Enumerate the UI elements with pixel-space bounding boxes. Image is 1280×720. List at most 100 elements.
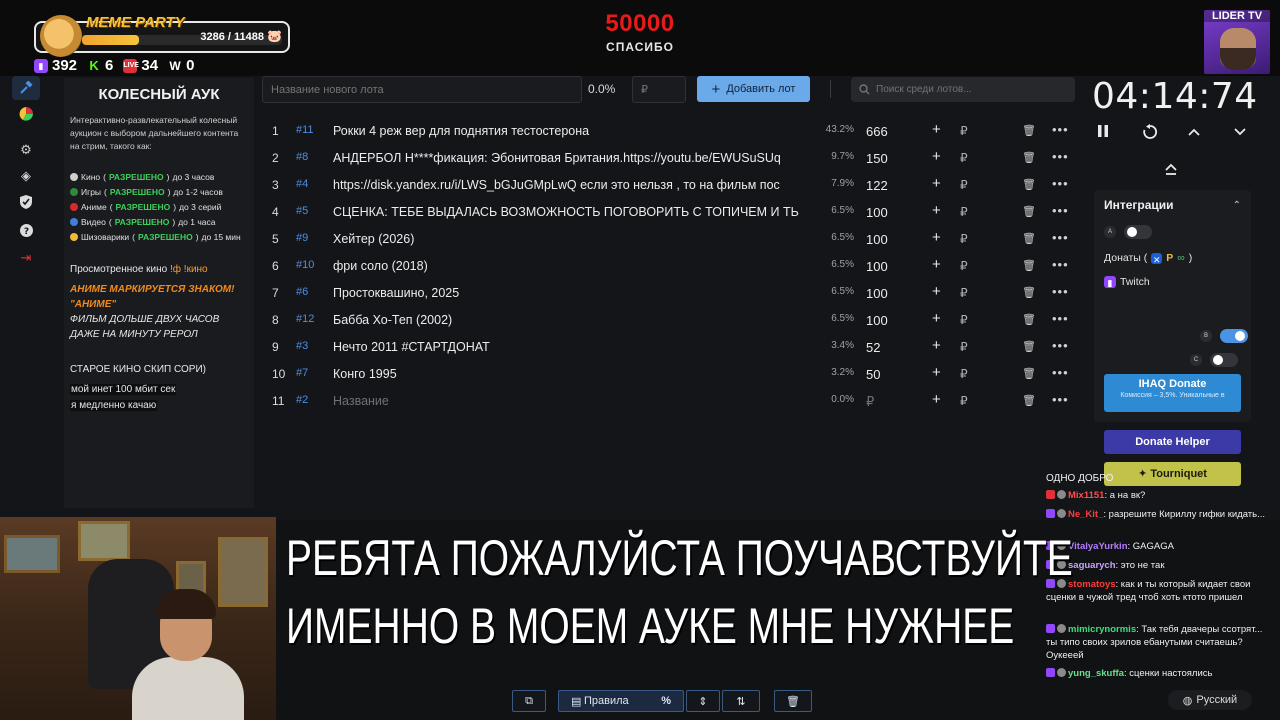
trash-icon[interactable]: 🗑 xyxy=(1022,124,1036,137)
more-icon[interactable]: ••• xyxy=(1052,203,1069,218)
add-amount-icon[interactable]: + xyxy=(932,229,941,246)
lot-amount[interactable]: 100 xyxy=(866,259,888,274)
pin-button[interactable]: ⧉ xyxy=(512,690,546,712)
layers-icon[interactable]: ◈ xyxy=(18,168,34,184)
lot-amount[interactable]: 100 xyxy=(866,205,888,220)
more-icon[interactable]: ••• xyxy=(1052,122,1069,137)
add-amount-icon[interactable]: + xyxy=(932,256,941,273)
add-amount-icon[interactable]: + xyxy=(932,310,941,327)
help-icon[interactable]: ? xyxy=(18,222,34,238)
lot-row: 3 #4 https://disk.yandex.ru/i/LWS_bGJuGMpL… xyxy=(260,172,1080,199)
ruble-icon[interactable]: ₽ xyxy=(960,205,968,219)
hammer-icon[interactable] xyxy=(12,76,40,100)
ruble-icon[interactable]: ₽ xyxy=(960,313,968,327)
more-icon[interactable]: ••• xyxy=(1052,176,1069,191)
sort-button[interactable]: ⇅ xyxy=(722,690,760,712)
more-icon[interactable]: ••• xyxy=(1052,311,1069,326)
gear-icon[interactable]: ⚙ xyxy=(18,142,34,158)
lot-amount[interactable]: 52 xyxy=(866,340,880,355)
ruble-icon[interactable]: ₽ xyxy=(960,124,968,138)
shield-icon[interactable] xyxy=(18,194,34,210)
new-lot-amount-input[interactable] xyxy=(632,76,686,103)
add-amount-icon[interactable]: + xyxy=(932,202,941,219)
chevron-down-icon[interactable] xyxy=(1234,124,1246,142)
lot-name[interactable]: Бабба Хо-Теп (2002) xyxy=(333,313,809,327)
toggle-donations-knob xyxy=(1235,331,1245,341)
rules-toggle[interactable]: ▤ Правила % xyxy=(558,690,684,712)
lot-name[interactable]: Простоквашино, 2025 xyxy=(333,286,809,300)
lot-name[interactable]: Название xyxy=(333,394,809,408)
ruble-icon[interactable]: ₽ xyxy=(960,367,968,381)
add-amount-icon[interactable]: + xyxy=(932,121,941,138)
trash-icon[interactable]: 🗑 xyxy=(1022,205,1036,218)
trash-icon[interactable]: 🗑 xyxy=(1022,286,1036,299)
pause-icon[interactable] xyxy=(1097,124,1109,143)
more-icon[interactable]: ••• xyxy=(1052,149,1069,164)
stat-twitch-value: 392 xyxy=(52,57,78,74)
add-amount-icon[interactable]: + xyxy=(932,337,941,354)
lot-amount[interactable]: 100 xyxy=(866,286,888,301)
lot-id: #11 xyxy=(296,124,314,136)
trash-icon[interactable]: 🗑 xyxy=(1022,367,1036,380)
ruble-icon[interactable]: ₽ xyxy=(960,286,968,300)
percent-icon[interactable]: % xyxy=(661,695,671,707)
lot-amount[interactable]: ₽ xyxy=(866,394,874,410)
add-amount-icon[interactable]: + xyxy=(932,148,941,165)
ihaq-donate-button[interactable]: IHAQ Donate Комиссия – 3,5%. Уникальные … xyxy=(1104,374,1241,412)
trash-icon[interactable]: 🗑 xyxy=(1022,394,1036,407)
ruble-icon[interactable]: ₽ xyxy=(960,340,968,354)
more-icon[interactable]: ••• xyxy=(1052,257,1069,272)
more-icon[interactable]: ••• xyxy=(1052,338,1069,353)
lot-name[interactable]: СЦЕНКА: ТЕБЕ ВЫДАЛАСЬ ВОЗМОЖНОСТЬ ПОГОВО… xyxy=(333,205,809,219)
pie-chart-icon[interactable] xyxy=(18,106,34,122)
trash-icon[interactable]: 🗑 xyxy=(1022,313,1036,326)
ruble-icon[interactable]: ₽ xyxy=(960,232,968,246)
trash-icon[interactable]: 🗑 xyxy=(1022,178,1036,191)
ruble-icon[interactable]: ₽ xyxy=(960,151,968,165)
lot-amount[interactable]: 666 xyxy=(866,124,888,139)
add-amount-icon[interactable]: + xyxy=(932,391,941,408)
add-amount-icon[interactable]: + xyxy=(932,283,941,300)
lot-name[interactable]: Нечто 2011 #СТАРТДОНАТ xyxy=(333,340,809,354)
lot-amount[interactable]: 122 xyxy=(866,178,888,193)
more-icon[interactable]: ••• xyxy=(1052,230,1069,245)
language-select[interactable]: ◍ Русский xyxy=(1168,690,1252,710)
lot-name[interactable]: АНДЕРБОЛ Н****фикация: Эбонитовая Британ… xyxy=(333,151,809,165)
lot-name[interactable]: фри соло (2018) xyxy=(333,259,809,273)
logout-icon[interactable]: ⇥ xyxy=(18,250,34,266)
donate-helper-button[interactable]: Donate Helper xyxy=(1104,430,1241,454)
lot-amount[interactable]: 100 xyxy=(866,313,888,328)
more-icon[interactable]: ••• xyxy=(1052,365,1069,380)
trash-icon[interactable]: 🗑 xyxy=(1022,151,1036,164)
more-icon[interactable]: ••• xyxy=(1052,392,1069,407)
trash-icon[interactable]: 🗑 xyxy=(1022,259,1036,272)
split-button[interactable]: ⇕ xyxy=(686,690,720,712)
lot-name[interactable]: Рокки 4 реж вер для поднятия тестостерон… xyxy=(333,124,809,138)
chat-username: mimicrynormis xyxy=(1068,624,1137,635)
add-amount-icon[interactable]: + xyxy=(932,364,941,381)
new-lot-name-input[interactable] xyxy=(262,76,582,103)
ruble-icon[interactable]: ₽ xyxy=(960,259,968,273)
add-lot-button[interactable]: + Добавить лот xyxy=(697,76,810,102)
lot-name[interactable]: Хейтер (2026) xyxy=(333,232,809,246)
add-amount-icon[interactable]: + xyxy=(932,175,941,192)
chevron-up-icon[interactable] xyxy=(1188,124,1200,142)
lot-search-input[interactable]: Поиск среди лотов... xyxy=(851,77,1075,102)
toggle-twitch[interactable] xyxy=(1210,353,1238,367)
lot-name[interactable]: Конго 1995 xyxy=(333,367,809,381)
lot-amount[interactable]: 100 xyxy=(866,232,888,247)
lot-amount[interactable]: 50 xyxy=(866,367,880,382)
restart-icon[interactable] xyxy=(1142,124,1158,145)
chevron-up-icon[interactable]: ⌃ xyxy=(1233,200,1241,211)
lot-name[interactable]: https://disk.yandex.ru/i/LWS_bGJuGMpLwQ … xyxy=(333,178,809,192)
trash-icon[interactable]: 🗑 xyxy=(1022,232,1036,245)
clear-all-button[interactable]: 🗑 xyxy=(774,690,812,712)
ruble-icon[interactable]: ₽ xyxy=(960,394,968,408)
more-icon[interactable]: ••• xyxy=(1052,284,1069,299)
ruble-icon[interactable]: ₽ xyxy=(960,178,968,192)
trash-icon[interactable]: 🗑 xyxy=(1022,340,1036,353)
lot-amount[interactable]: 150 xyxy=(866,151,888,166)
collapse-panel-icon[interactable] xyxy=(1164,162,1178,178)
toggle-donations[interactable] xyxy=(1220,329,1248,343)
toggle-a[interactable] xyxy=(1124,225,1152,239)
